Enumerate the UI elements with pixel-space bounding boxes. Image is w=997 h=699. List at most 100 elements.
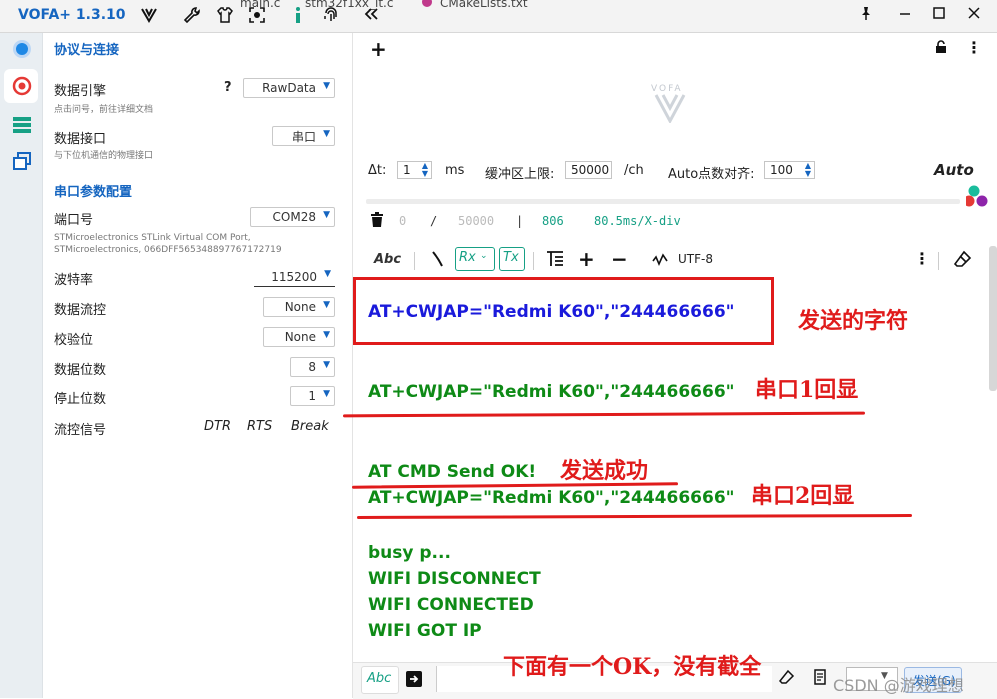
port-select[interactable]: COM28 ▼ bbox=[250, 207, 335, 227]
stopbits-select[interactable]: 1 ▼ bbox=[290, 386, 335, 406]
dtr-toggle[interactable]: DTR bbox=[204, 419, 231, 434]
vofa-watermark-icon bbox=[654, 93, 686, 127]
baud-label: 波特率 bbox=[54, 273, 94, 288]
terminal-line-disconnect: WIFI DISCONNECT bbox=[368, 569, 541, 589]
send-abc-label: Abc bbox=[367, 671, 392, 686]
engine-subtext[interactable]: 点击问号，前往详细文档 bbox=[54, 104, 153, 116]
pen-tool-icon[interactable] bbox=[430, 250, 444, 272]
stat-points: 806 bbox=[542, 214, 564, 228]
auto-align-spinbox[interactable]: 100 ▲ ▼ bbox=[764, 161, 815, 179]
pin-icon[interactable] bbox=[858, 5, 874, 25]
rx-toggle[interactable]: Rx ⌄ bbox=[455, 247, 495, 271]
tab-stm32f1xx-it-c[interactable]: stm32f1xx_it.c bbox=[305, 0, 393, 10]
stat-count: 0 bbox=[399, 214, 407, 228]
vofa-logo-icon[interactable] bbox=[140, 6, 158, 28]
encoding-select[interactable]: UTF-8 bbox=[678, 252, 713, 266]
send-eraser-icon[interactable] bbox=[778, 669, 795, 689]
iface-select[interactable]: 串口 ▼ bbox=[272, 126, 335, 146]
annotation-success: 发送成功 bbox=[560, 458, 649, 484]
info-icon[interactable] bbox=[291, 6, 305, 28]
text-format-icon[interactable] bbox=[546, 250, 564, 272]
stat-max: 50000 bbox=[458, 214, 495, 228]
dt-spinbox[interactable]: 1 ▲ ▼ bbox=[397, 161, 432, 179]
app-title: VOFA+ 1.3.10 bbox=[18, 7, 126, 23]
stat-x-div: 80.5ms/X-div bbox=[594, 214, 681, 228]
parity-select[interactable]: None ▼ bbox=[263, 327, 335, 347]
stat-sep-2: | bbox=[516, 214, 524, 228]
dt-label: Δt: bbox=[368, 163, 387, 178]
tab-cmakelists[interactable]: CMakeLists.txt bbox=[440, 0, 528, 10]
maximize-button[interactable] bbox=[931, 5, 947, 25]
iface-label: 数据接口 bbox=[54, 132, 107, 147]
wrench-icon[interactable] bbox=[183, 6, 201, 28]
send-abc-toggle[interactable]: Abc bbox=[361, 666, 399, 694]
terminal-line-echo2: AT+CWJAP="Redmi K60","244466666" bbox=[368, 488, 735, 508]
terminal-line-connected: WIFI CONNECTED bbox=[368, 595, 534, 615]
tab-main-c[interactable]: main.c bbox=[240, 0, 280, 10]
annotation-bottom: 下面有一个OK，没有截全 bbox=[503, 654, 762, 680]
auto-button[interactable]: Auto bbox=[934, 161, 974, 179]
terminal-line-sent: AT+CWJAP="Redmi K60","244466666" bbox=[368, 302, 735, 322]
flow-label: 数据流控 bbox=[54, 303, 107, 318]
windows-copy-icon[interactable] bbox=[11, 150, 33, 172]
eraser-icon[interactable] bbox=[953, 250, 972, 272]
baud-select[interactable]: 115200 ▼ bbox=[254, 267, 335, 287]
tx-label: Tx bbox=[503, 250, 519, 265]
annotation-sent: 发送的字符 bbox=[798, 308, 909, 334]
engine-select[interactable]: RawData ▼ bbox=[243, 78, 335, 98]
toolbar-divider-3 bbox=[938, 252, 939, 270]
terminal-line-echo1: AT+CWJAP="Redmi K60","244466666" bbox=[368, 382, 735, 402]
collapse-double-chevron-icon[interactable] bbox=[362, 5, 380, 27]
list-layers-icon[interactable] bbox=[11, 114, 33, 136]
clear-trash-icon[interactable] bbox=[370, 212, 384, 232]
rx-chevron-icon: ⌄ bbox=[480, 251, 488, 261]
stat-sep-1: / bbox=[430, 214, 438, 228]
port-label: 端口号 bbox=[54, 213, 94, 228]
section-protocol-title: 协议与连接 bbox=[54, 43, 120, 58]
buffer-label: 缓冲区上限: bbox=[485, 167, 555, 182]
buffer-unit: /ch bbox=[624, 163, 644, 178]
send-script-icon[interactable] bbox=[812, 669, 828, 689]
close-button[interactable] bbox=[966, 5, 982, 25]
csdn-watermark: CSDN @游戏理想 bbox=[833, 676, 964, 695]
break-toggle[interactable]: Break bbox=[291, 419, 329, 434]
lock-icon[interactable] bbox=[934, 39, 948, 58]
parity-label: 校验位 bbox=[54, 333, 94, 348]
port-subtext-1: STMicroelectronics STLink Virtual COM Po… bbox=[54, 233, 251, 243]
time-slider-track[interactable] bbox=[366, 199, 960, 204]
connection-status-icon[interactable] bbox=[11, 38, 33, 60]
port-subtext-2: STMicroelectronics, 066DFF56534889776717… bbox=[54, 245, 282, 255]
iface-subtext: 与下位机通信的物理接口 bbox=[54, 151, 154, 161]
shirt-icon[interactable] bbox=[216, 6, 234, 28]
toolbar-divider-1 bbox=[414, 252, 415, 270]
terminal-scrollbar[interactable] bbox=[989, 246, 997, 391]
databits-select[interactable]: 8 ▼ bbox=[290, 357, 335, 377]
stopbits-label: 停止位数 bbox=[54, 392, 107, 407]
rx-label: Rx bbox=[459, 250, 476, 265]
terminal-line-got-ip: WIFI GOT IP bbox=[368, 621, 482, 641]
engine-label: 数据引擎 bbox=[54, 84, 107, 99]
abc-toggle[interactable]: Abc bbox=[374, 252, 401, 267]
engine-help-icon[interactable]: ? bbox=[224, 80, 232, 95]
buffer-input[interactable]: 50000 bbox=[565, 161, 612, 179]
auto-align-label: Auto点数对齐: bbox=[668, 167, 755, 182]
add-button[interactable]: + bbox=[370, 37, 387, 61]
more-menu-icon[interactable]: ⋮ bbox=[966, 38, 982, 57]
waveform-icon[interactable] bbox=[652, 252, 668, 271]
terminal-more-icon[interactable]: ⋮ bbox=[914, 249, 930, 268]
zoom-in-button[interactable]: + bbox=[578, 247, 595, 271]
signal-label: 流控信号 bbox=[54, 423, 107, 438]
annotation-echo1: 串口1回显 bbox=[755, 377, 859, 403]
dt-unit: ms bbox=[445, 163, 465, 178]
annotation-echo2: 串口2回显 bbox=[751, 483, 855, 509]
minimize-button[interactable] bbox=[897, 5, 913, 25]
send-file-icon[interactable] bbox=[405, 670, 423, 692]
rts-toggle[interactable]: RTS bbox=[247, 419, 272, 434]
record-target-icon[interactable] bbox=[11, 75, 33, 97]
tx-toggle[interactable]: Tx bbox=[499, 247, 525, 271]
zoom-out-button[interactable]: − bbox=[611, 247, 628, 271]
flow-select[interactable]: None ▼ bbox=[263, 297, 335, 317]
color-dots-icon[interactable] bbox=[963, 183, 990, 213]
terminal-line-ok: AT CMD Send OK! bbox=[368, 462, 537, 482]
terminal-line-busy: busy p... bbox=[368, 543, 451, 563]
